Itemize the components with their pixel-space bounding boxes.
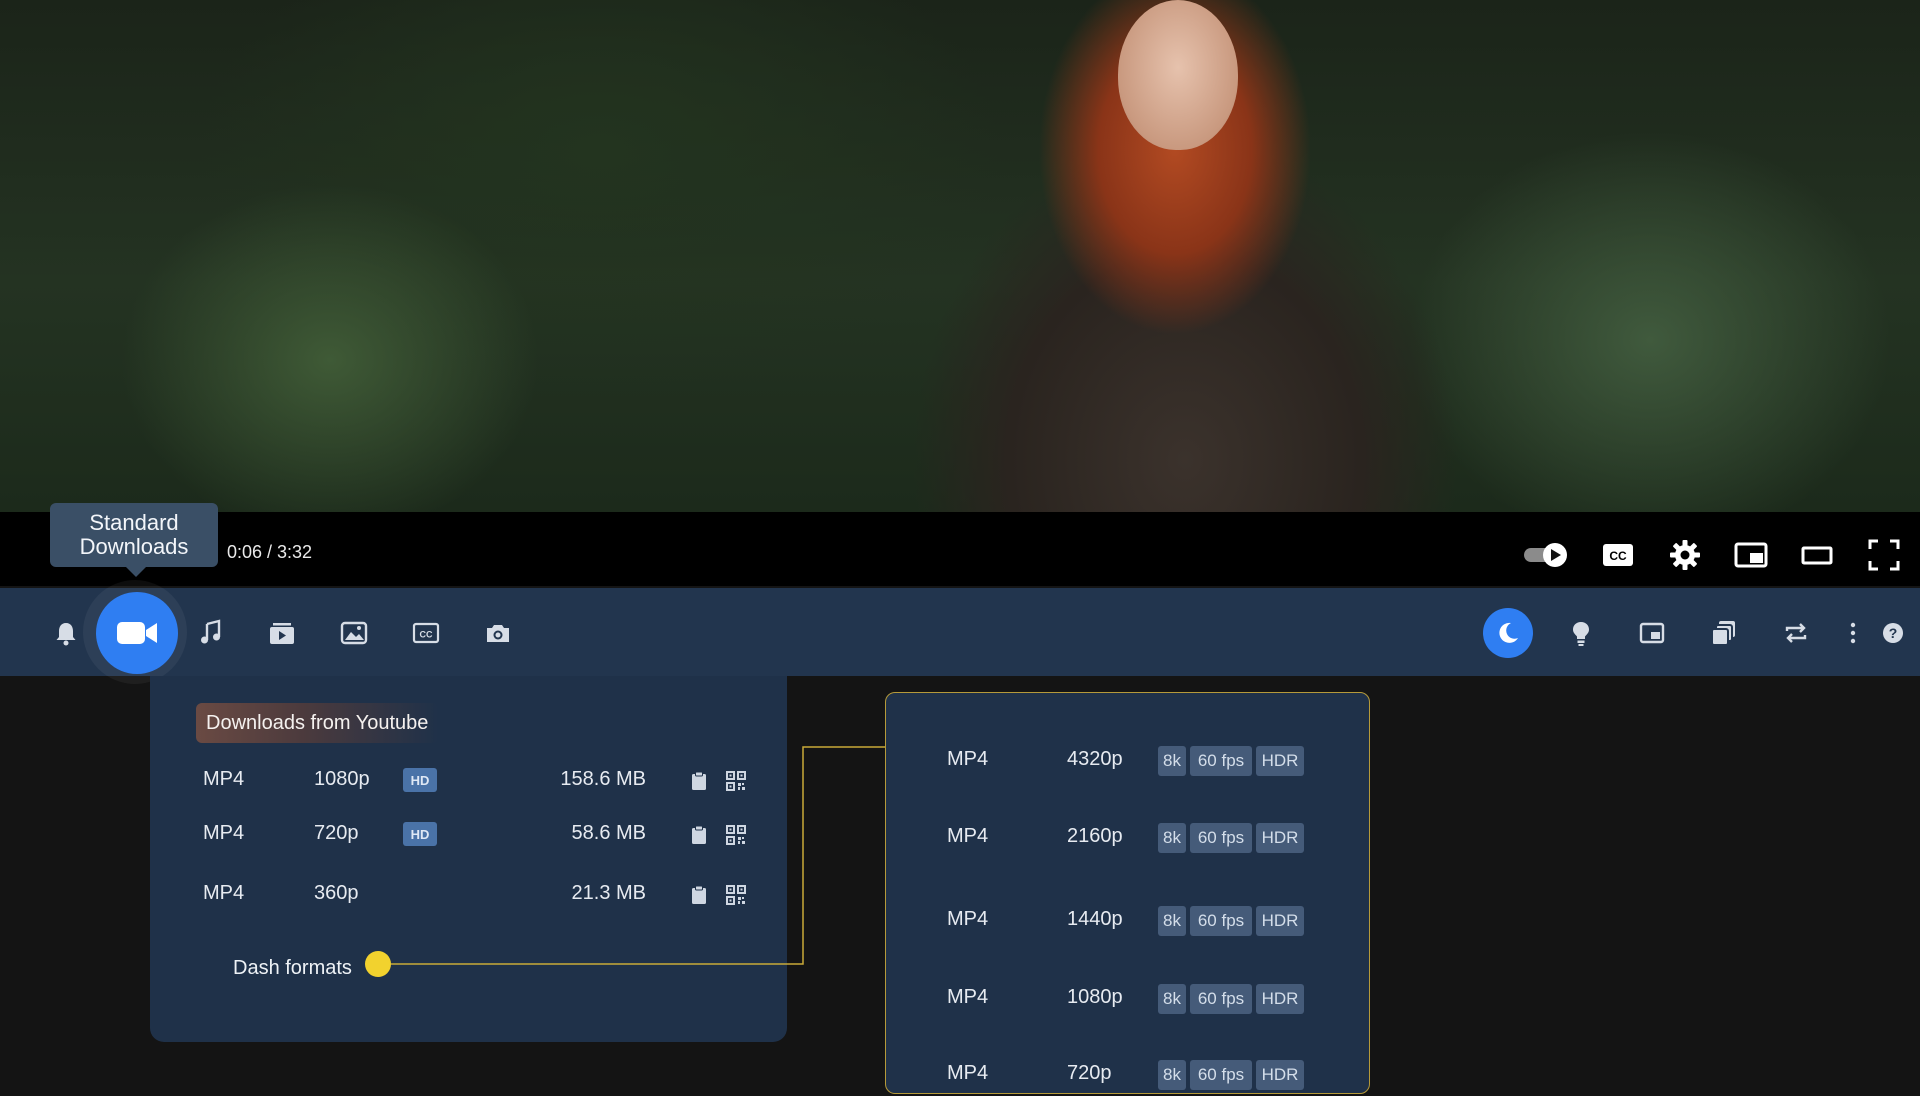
dash-quality: 720p: [1067, 1062, 1112, 1084]
dash-tag: 8k: [1158, 746, 1186, 776]
dash-tag: 60 fps: [1190, 984, 1252, 1014]
dash-tag: 60 fps: [1190, 906, 1252, 936]
playlist-icon[interactable]: [267, 618, 297, 648]
dash-format-row[interactable]: MP4 720p 8k 60 fps HDR: [0, 1056, 1920, 1096]
dash-format-row[interactable]: MP4 4320p 8k 60 fps HDR: [0, 742, 1920, 782]
dash-format: MP4: [947, 986, 989, 1008]
video-camera-icon[interactable]: [96, 592, 178, 674]
dash-format: MP4: [947, 908, 989, 930]
dash-quality: 1080p: [1067, 986, 1123, 1008]
thumbnail-icon[interactable]: [339, 618, 369, 648]
dash-formats-label: Dash formats: [233, 957, 352, 979]
dash-format-row[interactable]: MP4 1080p 8k 60 fps HDR: [0, 980, 1920, 1020]
svg-text:CC: CC: [1609, 549, 1627, 563]
dash-tag: 60 fps: [1190, 746, 1252, 776]
dash-quality: 1440p: [1067, 908, 1123, 930]
stack-icon[interactable]: [1709, 618, 1739, 648]
dash-format: MP4: [947, 748, 989, 770]
theater-icon[interactable]: [1799, 537, 1835, 573]
dash-tag: 60 fps: [1190, 1060, 1252, 1090]
camera-icon[interactable]: [483, 618, 513, 648]
autoplay-toggle-icon[interactable]: [1522, 537, 1567, 573]
dash-tag: 60 fps: [1190, 823, 1252, 853]
dash-tag: HDR: [1256, 746, 1304, 776]
dash-formats-toggle[interactable]: [365, 951, 391, 977]
dash-tag: HDR: [1256, 906, 1304, 936]
dash-format-row[interactable]: MP4 2160p 8k 60 fps HDR: [0, 819, 1920, 859]
lightbulb-icon[interactable]: [1566, 618, 1596, 648]
dash-tag: 8k: [1158, 984, 1186, 1014]
downloads-header: Downloads from Youtube: [196, 703, 439, 743]
dash-format: MP4: [947, 1062, 989, 1084]
dash-tag: 8k: [1158, 1060, 1186, 1090]
svg-text:?: ?: [1889, 625, 1898, 641]
standard-downloads-tooltip: Standard Downloads: [50, 503, 218, 577]
cc-icon[interactable]: CC: [1600, 537, 1636, 573]
dash-tag: HDR: [1256, 1060, 1304, 1090]
video-frame[interactable]: [0, 0, 1920, 512]
dash-format: MP4: [947, 825, 989, 847]
dash-tag: 8k: [1158, 906, 1186, 936]
dash-tag: HDR: [1256, 823, 1304, 853]
repeat-icon[interactable]: [1781, 618, 1811, 648]
miniplayer-icon[interactable]: [1733, 537, 1769, 573]
dash-tag: 8k: [1158, 823, 1186, 853]
settings-icon[interactable]: [1667, 537, 1703, 573]
dash-quality: 2160p: [1067, 825, 1123, 847]
help-icon[interactable]: ?: [1878, 618, 1908, 648]
tooltip-line-2: Downloads: [79, 534, 189, 559]
bell-icon[interactable]: [51, 618, 81, 648]
more-vert-icon[interactable]: [1838, 618, 1868, 648]
subtitles-icon[interactable]: CC: [411, 618, 441, 648]
dash-tag: HDR: [1256, 984, 1304, 1014]
video-subject: [1118, 0, 1238, 150]
time-display: 0:06 / 3:32: [227, 542, 313, 562]
svg-text:CC: CC: [420, 630, 433, 640]
tooltip-line-1: Standard: [89, 510, 179, 535]
moon-icon[interactable]: [1483, 608, 1533, 658]
fullscreen-icon[interactable]: [1866, 537, 1902, 573]
dash-format-row[interactable]: MP4 1440p 8k 60 fps HDR: [0, 902, 1920, 942]
dash-quality: 4320p: [1067, 748, 1123, 770]
music-note-icon[interactable]: [196, 618, 226, 648]
picture-in-picture-icon[interactable]: [1637, 618, 1667, 648]
